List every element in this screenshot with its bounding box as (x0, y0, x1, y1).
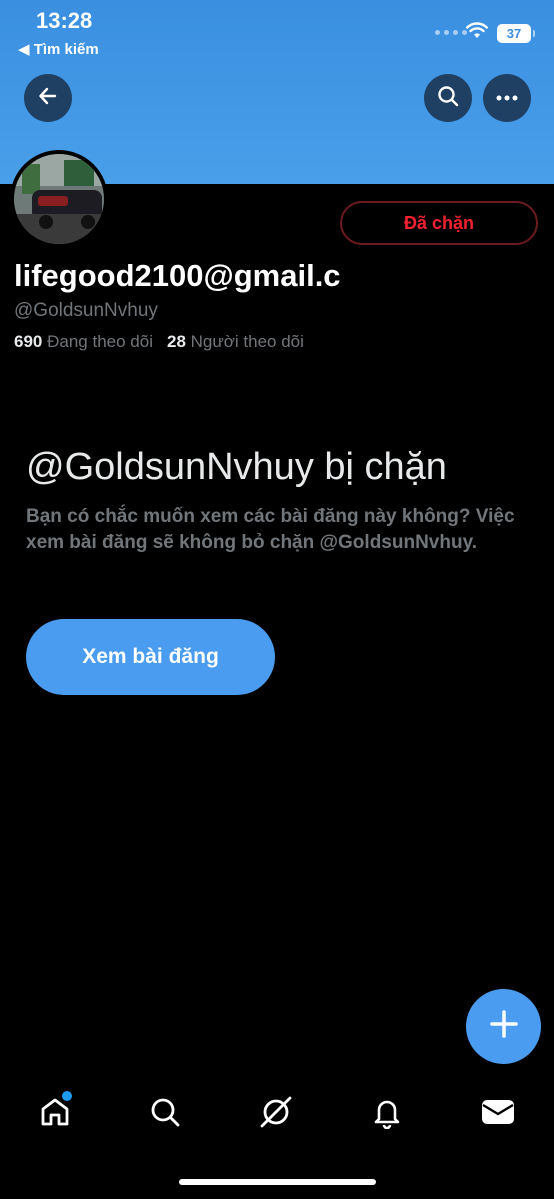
search-button[interactable] (424, 74, 472, 122)
followers-count: 28 (166, 332, 186, 351)
back-to-app-link[interactable]: ◀ Tìm kiếm (18, 40, 99, 58)
status-time: 13:28 (36, 8, 93, 33)
cellular-signal-icon (435, 30, 467, 35)
more-horizontal-icon (495, 89, 519, 107)
followers-link[interactable]: 28 Người theo dõi (167, 332, 304, 351)
profile-handle: @GoldsunNvhuy (14, 300, 158, 321)
tab-search[interactable] (141, 1090, 189, 1138)
blocked-button[interactable]: Đã chặn (340, 201, 538, 245)
status-bar: 13:28 ◀ Tìm kiếm 37 (0, 0, 554, 64)
back-button[interactable] (24, 74, 72, 122)
tab-grok[interactable] (252, 1090, 300, 1138)
compose-post-button[interactable] (466, 989, 541, 1064)
view-posts-button[interactable]: Xem bài đăng (26, 619, 275, 695)
home-notification-dot (60, 1089, 74, 1103)
wifi-icon (466, 22, 488, 45)
search-icon (436, 84, 460, 113)
profile-display-name: lifegood2100@gmail.c (14, 258, 341, 293)
following-label: Đang theo dõi (47, 332, 153, 351)
followers-label: Người theo dõi (190, 332, 304, 351)
battery-icon: 37 (497, 24, 535, 43)
avatar[interactable] (10, 150, 108, 248)
follow-stats: 690 Đang theo dõi 28 Người theo dõi (14, 332, 304, 352)
tab-messages[interactable] (474, 1090, 522, 1138)
bottom-tab-bar (0, 1080, 554, 1150)
search-icon (148, 1095, 182, 1134)
mail-icon (480, 1097, 516, 1132)
blocked-title: @GoldsunNvhuy bị chặn (26, 446, 447, 488)
following-count: 690 (14, 332, 43, 351)
arrow-left-icon (37, 85, 59, 112)
bell-icon (370, 1095, 404, 1134)
blocked-description: Bạn có chắc muốn xem các bài đăng này kh… (26, 506, 515, 553)
tab-notifications[interactable] (363, 1090, 411, 1138)
following-link[interactable]: 690 Đang theo dõi (14, 332, 153, 351)
grok-icon (258, 1094, 294, 1135)
home-indicator (179, 1179, 376, 1185)
more-button[interactable] (483, 74, 531, 122)
plus-icon (489, 1009, 519, 1044)
